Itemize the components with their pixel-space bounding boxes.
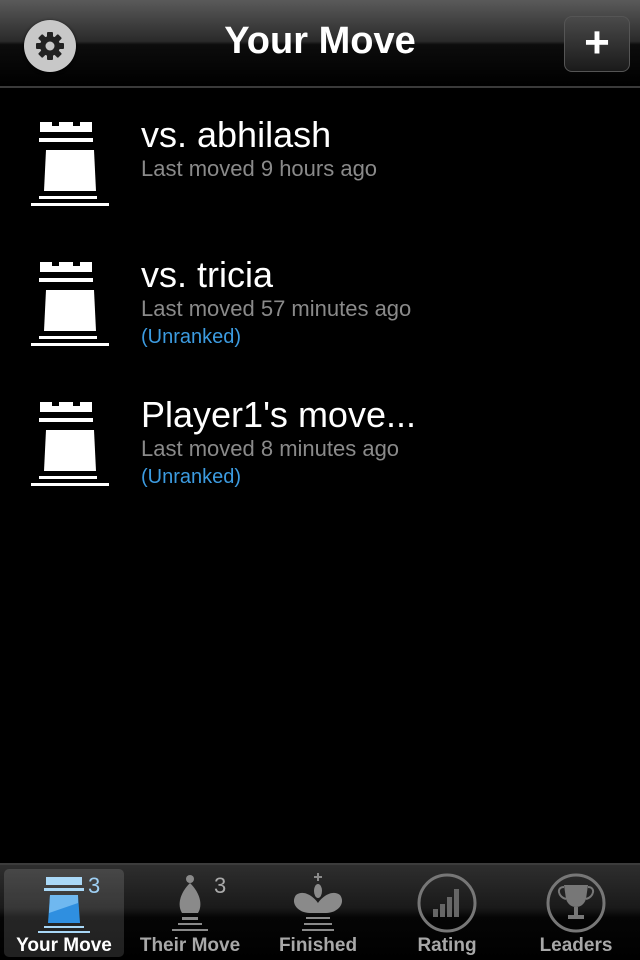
king-icon [293, 873, 343, 931]
game-title: vs. abhilash [141, 114, 332, 155]
game-row[interactable]: vs. tricia Last moved 57 minutes ago (Un… [0, 240, 640, 380]
rook-icon [31, 262, 109, 346]
game-last-moved: Last moved 9 hours ago [141, 156, 378, 181]
game-title: vs. tricia [141, 254, 274, 295]
game-last-moved: Last moved 57 minutes ago [141, 296, 412, 321]
tab-badge: 3 [88, 873, 101, 898]
tab-label: Their Move [139, 935, 241, 956]
tab-leaders[interactable]: Leaders [516, 869, 636, 957]
tab-label: Finished [278, 935, 358, 956]
page-title: Your Move [224, 20, 416, 62]
game-row[interactable]: Player1's move... Last moved 8 minutes a… [0, 380, 640, 520]
game-title: Player1's move... [141, 394, 416, 435]
tab-finished[interactable]: Finished [258, 869, 378, 957]
navigation-bar: Your Move + [0, 0, 640, 88]
trophy-icon [546, 873, 606, 933]
game-row[interactable]: vs. abhilash Last moved 9 hours ago [0, 100, 640, 240]
rook-icon [31, 122, 109, 206]
game-last-moved: Last moved 8 minutes ago [141, 436, 400, 461]
bishop-icon [172, 875, 208, 931]
bar-chart-icon [417, 873, 477, 933]
unranked-label: (Unranked) [141, 466, 242, 488]
tab-badge: 3 [214, 873, 227, 898]
tab-your-move[interactable]: 3 Your Move [4, 869, 124, 957]
tab-label: Leaders [539, 935, 613, 956]
rook-icon [31, 402, 109, 486]
tab-bar: 3 Your Move 3 Their Move Finished Rating… [0, 863, 640, 960]
tab-their-move[interactable]: 3 Their Move [130, 869, 250, 957]
tab-rating[interactable]: Rating [387, 869, 507, 957]
new-game-button[interactable]: + [564, 16, 630, 72]
plus-icon: + [584, 18, 610, 67]
unranked-label: (Unranked) [141, 326, 242, 348]
tab-label: Your Move [16, 935, 112, 956]
tab-label: Rating [417, 935, 477, 956]
rook-icon [38, 877, 90, 933]
